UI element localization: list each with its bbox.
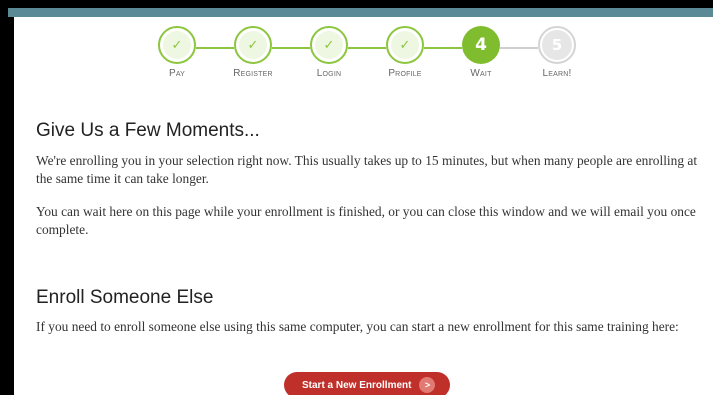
check-icon: ✓ — [391, 31, 419, 59]
enrollment-stepper: ✓ Pay ✓ Register ✓ Login ✓ Profile 4 Wai… — [150, 26, 590, 86]
wait-paragraph-2: You can wait here on this page while you… — [36, 204, 696, 237]
step-number: 5 — [542, 30, 572, 60]
check-icon: ✓ — [163, 31, 191, 59]
step-label: Login — [316, 68, 342, 79]
step-label: Pay — [168, 68, 186, 79]
step-circle: ✓ — [310, 26, 348, 64]
step-circle: ✓ — [158, 26, 196, 64]
step-login: ✓ Login — [299, 26, 359, 79]
wait-heading: Give Us a Few Moments... — [36, 120, 260, 141]
step-learn: 5 Learn! — [527, 26, 587, 79]
step-pay: ✓ Pay — [147, 26, 207, 79]
step-circle: 5 — [538, 26, 576, 64]
check-icon: ✓ — [239, 31, 267, 59]
step-label: Learn! — [542, 68, 572, 79]
window-frame: ✓ Pay ✓ Register ✓ Login ✓ Profile 4 Wai… — [0, 0, 713, 395]
wait-paragraph-1: We're enrolling you in your selection ri… — [36, 153, 698, 186]
step-register: ✓ Register — [223, 26, 283, 79]
step-label: Profile — [388, 68, 422, 79]
button-label: Start a New Enrollment — [302, 379, 412, 391]
enroll-paragraph: If you need to enroll someone else using… — [36, 319, 679, 334]
main-content: ✓ Pay ✓ Register ✓ Login ✓ Profile 4 Wai… — [14, 17, 713, 395]
start-new-enrollment-button[interactable]: Start a New Enrollment > — [284, 372, 450, 395]
check-icon: ✓ — [315, 31, 343, 59]
step-circle: ✓ — [234, 26, 272, 64]
arrow-right-icon: > — [419, 377, 436, 393]
step-label: Wait — [470, 68, 492, 79]
step-circle: ✓ — [386, 26, 424, 64]
step-label: Register — [233, 68, 273, 79]
step-wait: 4 Wait — [451, 26, 511, 79]
enroll-heading: Enroll Someone Else — [36, 287, 214, 308]
step-number-current: 4 — [462, 26, 500, 64]
top-bar — [8, 8, 713, 17]
step-profile: ✓ Profile — [375, 26, 435, 79]
